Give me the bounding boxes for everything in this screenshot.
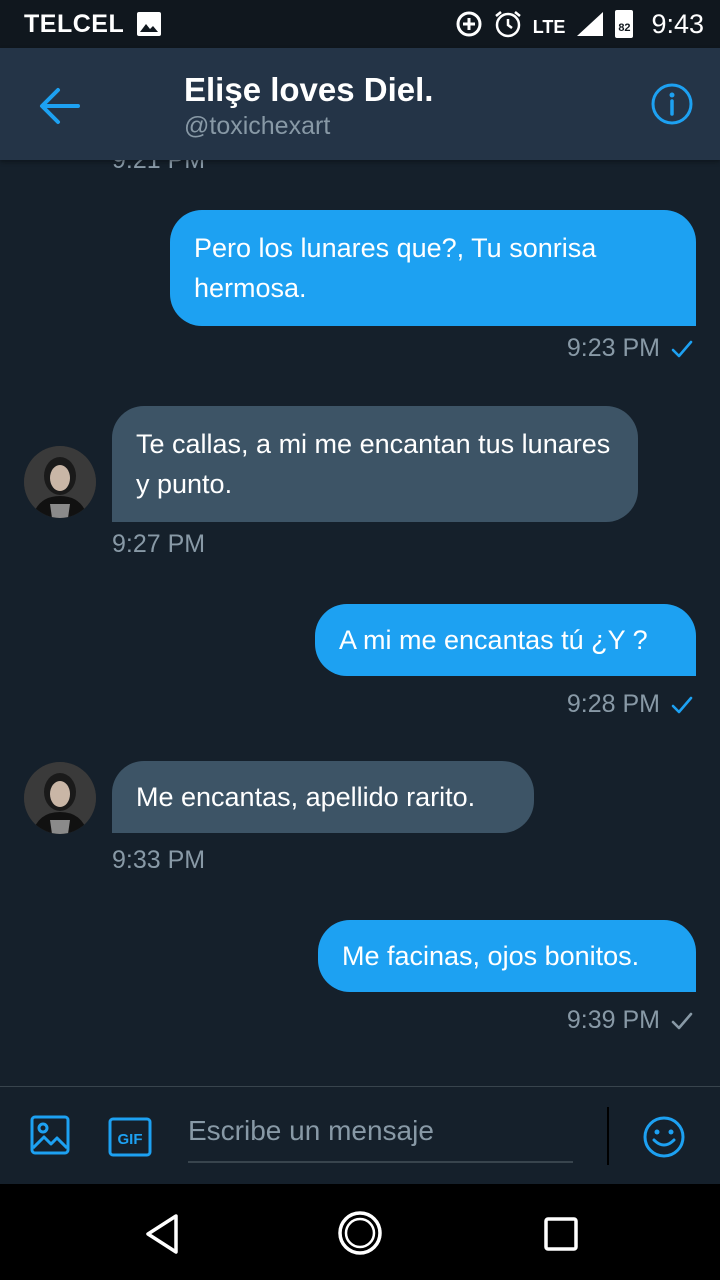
gif-icon[interactable]: GIF — [108, 1117, 152, 1157]
message-meta: 9:28 PM — [567, 690, 694, 719]
message-list[interactable]: 9:21 PM Pero los lunares que?, Tu sonris… — [0, 160, 720, 1086]
message-composer: GIF — [0, 1086, 720, 1184]
battery-icon: 82 — [615, 10, 634, 38]
received-message-bubble[interactable]: Me encantas, apellido rarito. — [112, 761, 534, 833]
network-type: LTE — [532, 16, 566, 37]
info-icon[interactable] — [650, 82, 694, 126]
system-navigation-bar — [0, 1184, 720, 1280]
nav-back-icon[interactable] — [142, 1212, 182, 1256]
message-timestamp: 9:21 PM — [112, 160, 206, 174]
image-icon[interactable] — [30, 1115, 70, 1155]
conversation-title-block[interactable]: Elişe loves Diel. @toxichexart — [184, 70, 433, 142]
signal-icon — [577, 12, 604, 36]
message-meta: 9:27 PM — [112, 530, 205, 559]
message-timestamp: 9:23 PM — [566, 334, 660, 362]
carrier-name: TELCEL — [24, 9, 125, 38]
sent-message-bubble[interactable]: A mi me encantas tú ¿Y ? — [315, 604, 696, 676]
sent-message-bubble[interactable]: Me facinas, ojos bonitos. — [318, 920, 696, 992]
message-meta: 9:33 PM — [112, 846, 205, 875]
conversation-header: Elişe loves Diel. @toxichexart — [0, 48, 720, 160]
nav-home-icon[interactable] — [337, 1210, 383, 1256]
received-message-bubble[interactable]: Te callas, a mi me encantan tus lunares … — [112, 406, 638, 522]
avatar-photo-icon — [24, 446, 96, 518]
message-input[interactable] — [188, 1105, 573, 1157]
nav-recents-icon[interactable] — [543, 1216, 579, 1252]
conversation-handle: @toxichexart — [184, 112, 331, 140]
gif-label: GIF — [118, 1131, 143, 1148]
avatar-photo-icon — [24, 762, 96, 834]
data-saver-icon — [456, 11, 482, 37]
sent-check-icon — [671, 1012, 693, 1029]
contact-avatar[interactable] — [24, 762, 96, 834]
dm-conversation-screen: TELCEL LTE 82 9:43 Elişe loves Diel. @to… — [0, 0, 720, 1280]
alarm-icon — [494, 11, 521, 38]
status-time: 9:43 — [651, 8, 704, 39]
read-check-icon — [671, 696, 693, 713]
message-input-wrapper — [188, 1105, 573, 1163]
conversation-title: Elişe loves Diel. — [184, 71, 434, 108]
message-meta: 9:39 PM — [567, 1006, 694, 1035]
message-timestamp: 9:33 PM — [112, 846, 206, 874]
sent-message-bubble[interactable]: Pero los lunares que?, Tu sonrisa hermos… — [170, 210, 696, 326]
emoji-icon[interactable] — [642, 1115, 686, 1159]
message-timestamp: 9:27 PM — [112, 530, 206, 558]
read-check-icon — [671, 340, 693, 357]
message-timestamp: 9:28 PM — [566, 690, 660, 718]
message-timestamp: 9:39 PM — [566, 1006, 660, 1034]
battery-level: 82 — [618, 22, 631, 34]
image-notification-icon — [137, 12, 162, 36]
message-meta: 9:23 PM — [567, 334, 694, 363]
contact-avatar[interactable] — [24, 446, 96, 518]
status-bar: TELCEL LTE 82 9:43 — [0, 0, 720, 48]
back-arrow-icon[interactable] — [34, 84, 86, 128]
composer-divider — [607, 1107, 609, 1165]
